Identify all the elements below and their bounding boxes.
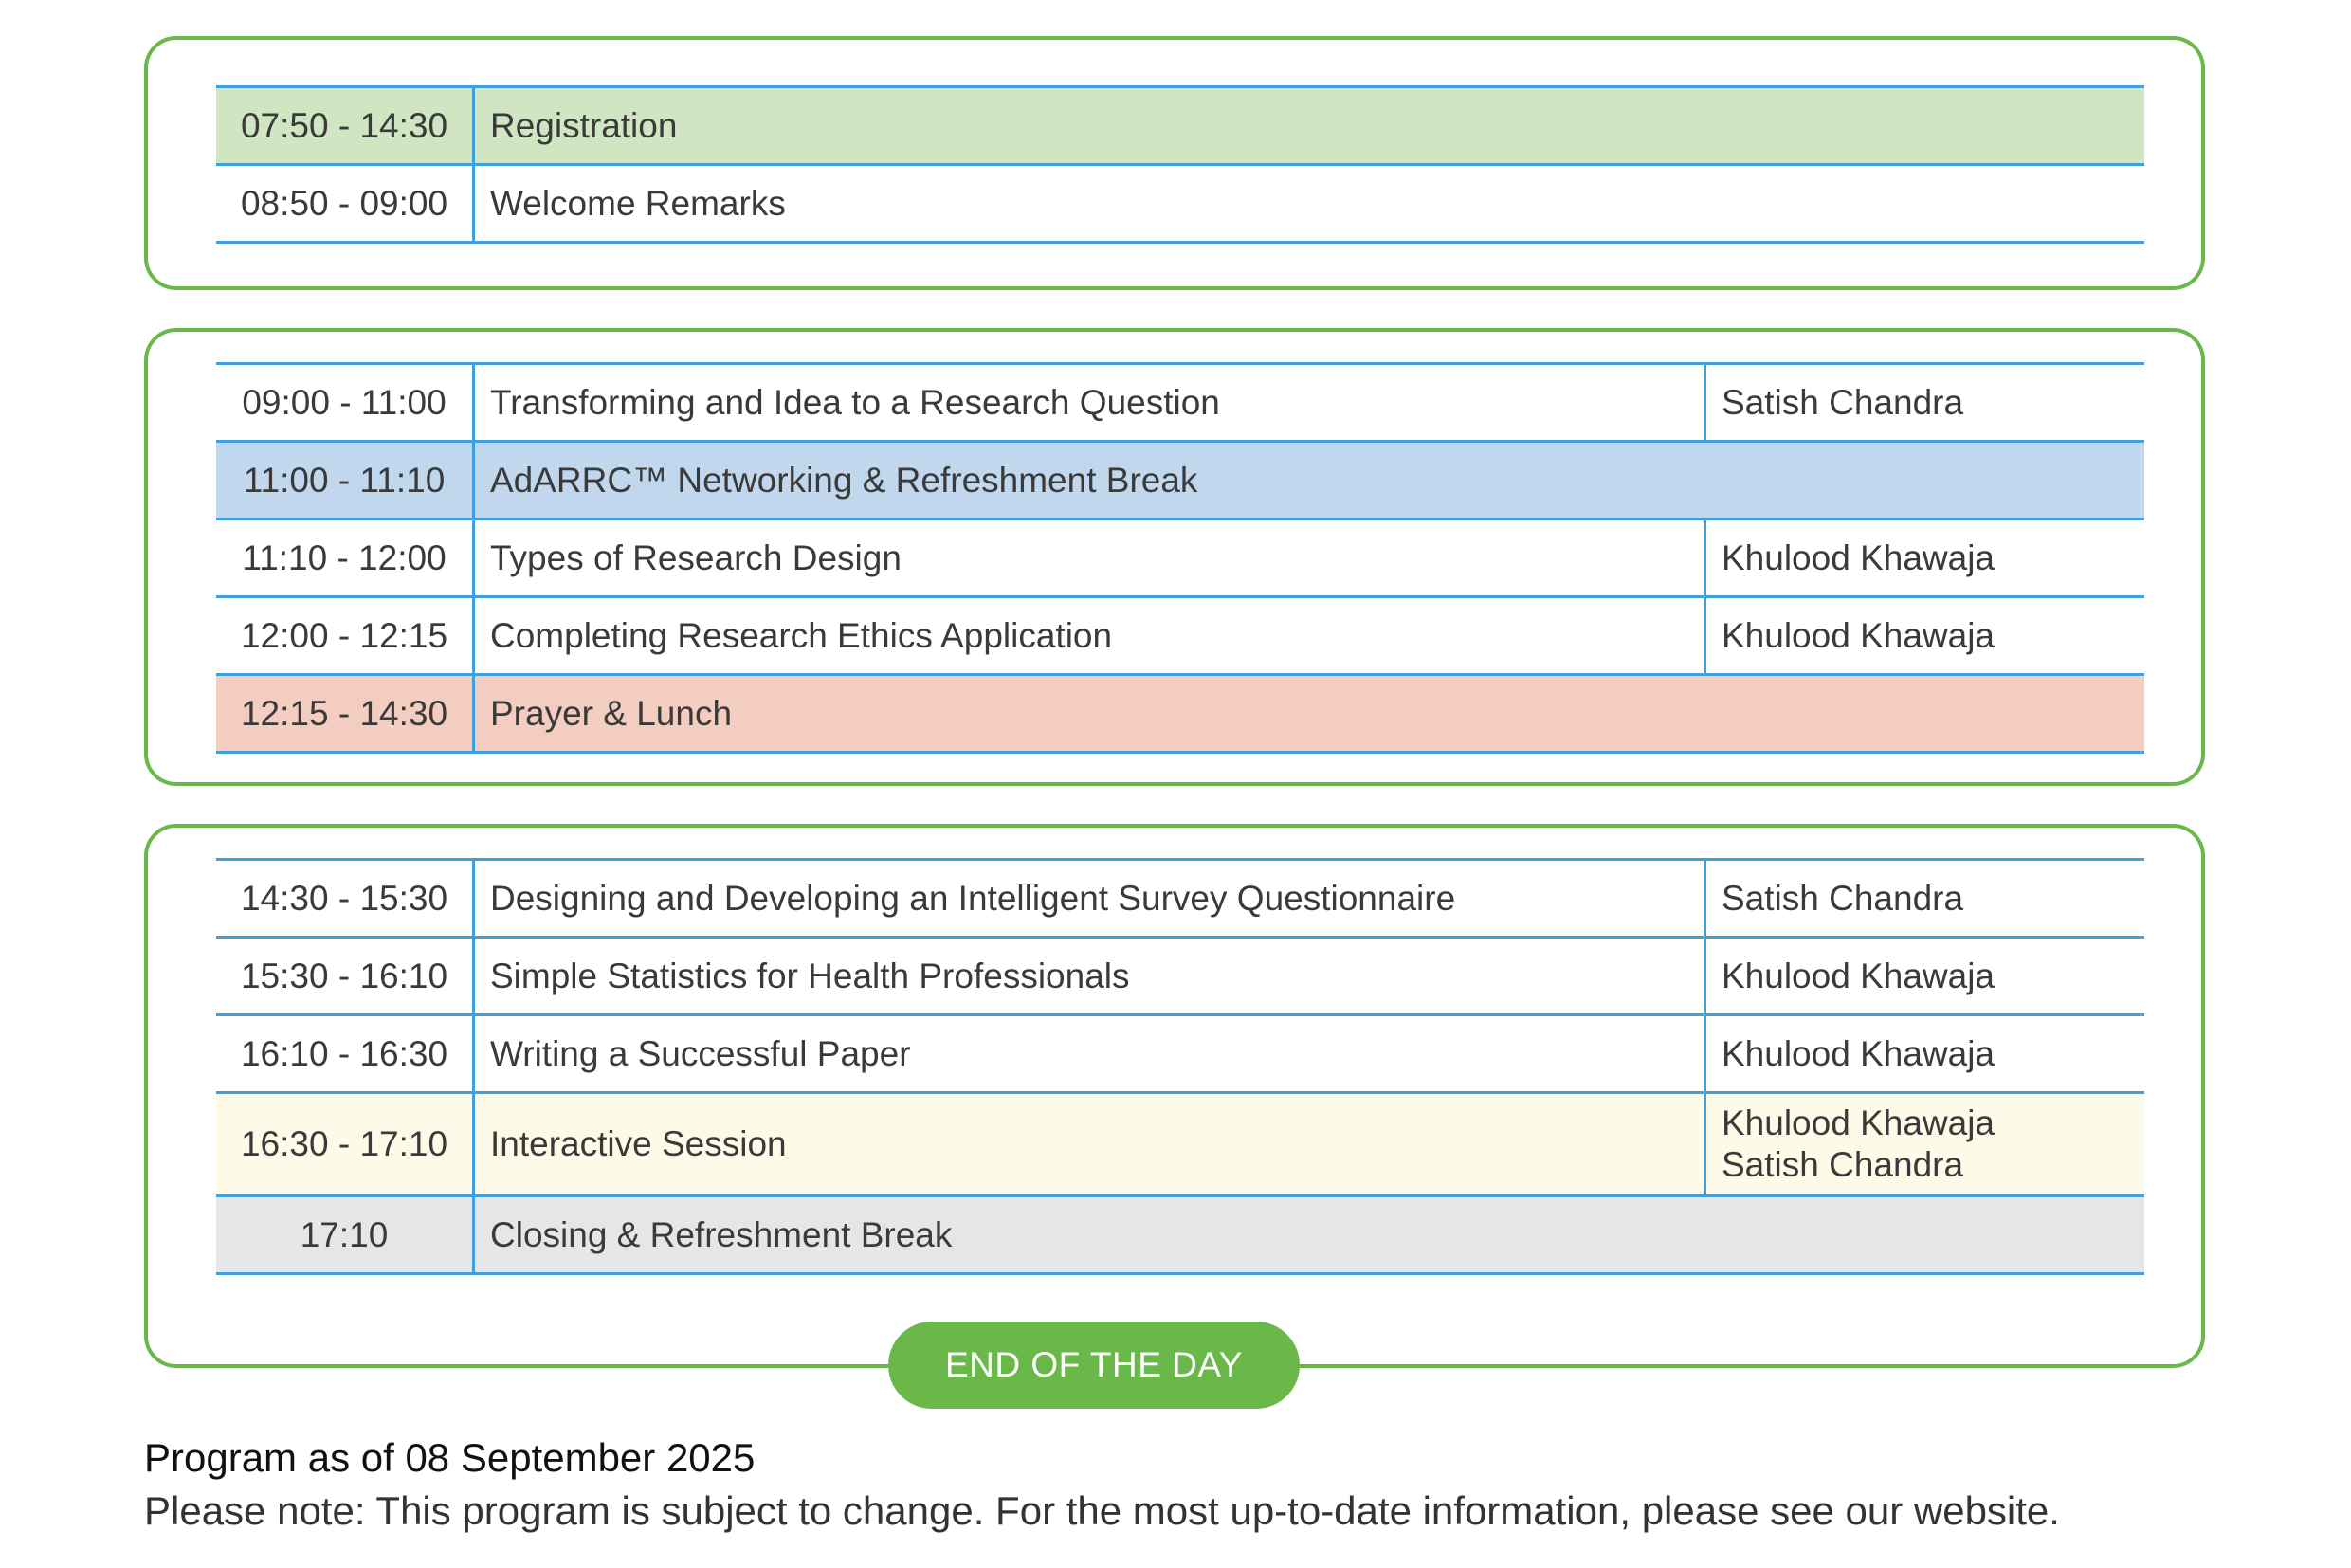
time-cell: 16:10 - 16:30 [216, 1014, 475, 1093]
time-cell: 08:50 - 09:00 [216, 164, 475, 243]
title-cell: Designing and Developing an Intelligent … [490, 878, 1456, 918]
schedule-row: 15:30 - 16:10 Simple Statistics for Heal… [216, 937, 2144, 1015]
schedule-row: 08:50 - 09:00 Welcome Remarks [216, 164, 2144, 243]
session-block-afternoon: 14:30 - 15:30 Designing and Developing a… [144, 824, 2205, 1368]
schedule-row: 09:00 - 11:00 Transforming and Idea to a… [216, 363, 2144, 442]
title-cell: Writing a Successful Paper [490, 1033, 911, 1073]
session-block-morning: 09:00 - 11:00 Transforming and Idea to a… [144, 328, 2205, 786]
title-cell: Types of Research Design [490, 538, 902, 577]
time-cell: 11:00 - 11:10 [216, 441, 475, 520]
time-cell: 11:10 - 12:00 [216, 519, 475, 597]
speaker-name: Satish Chandra [1722, 1145, 1964, 1184]
time-cell: 12:15 - 14:30 [216, 674, 475, 753]
speaker-cell: Khulood Khawaja [1704, 596, 2144, 675]
session-block-morning-open: 07:50 - 14:30 Registration 08:50 - 09:00… [144, 36, 2205, 290]
end-of-day-badge: END OF THE DAY [888, 1322, 1300, 1409]
time-cell: 09:00 - 11:00 [216, 363, 475, 442]
disclaimer-text: Please note: This program is subject to … [144, 1488, 2060, 1533]
title-cell: Interactive Session [490, 1124, 787, 1163]
schedule-row: 11:10 - 12:00 Types of Research Design K… [216, 519, 2144, 597]
title-cell: Registration [490, 105, 678, 145]
title-cell: Simple Statistics for Health Professiona… [490, 956, 1130, 995]
speaker-cell: Khulood Khawaja [1704, 937, 2144, 1015]
schedule-row: 14:30 - 15:30 Designing and Developing a… [216, 859, 2144, 938]
schedule-table: 09:00 - 11:00 Transforming and Idea to a… [216, 362, 2144, 754]
schedule-row: 11:00 - 11:10 AdARRC™ Networking & Refre… [216, 441, 2144, 520]
speaker-name: Khulood Khawaja [1722, 1103, 1995, 1142]
schedule-row: 07:50 - 14:30 Registration [216, 86, 2144, 165]
title-cell: AdARRC™ Networking & Refreshment Break [490, 460, 1198, 500]
title-cell: Transforming and Idea to a Research Ques… [490, 382, 1220, 422]
time-cell: 15:30 - 16:10 [216, 937, 475, 1015]
schedule-table: 07:50 - 14:30 Registration 08:50 - 09:00… [216, 85, 2144, 244]
time-cell: 12:00 - 12:15 [216, 596, 475, 675]
speaker-cell: Satish Chandra [1704, 363, 2144, 442]
program-date: Program as of 08 September 2025 [144, 1435, 756, 1480]
speaker-cell: Khulood Khawaja [1704, 519, 2144, 597]
schedule-row: 12:00 - 12:15 Completing Research Ethics… [216, 596, 2144, 675]
title-cell: Prayer & Lunch [490, 693, 733, 733]
title-cell: Closing & Refreshment Break [490, 1214, 953, 1254]
schedule-row: 12:15 - 14:30 Prayer & Lunch [216, 674, 2144, 753]
schedule-row: 17:10 Closing & Refreshment Break [216, 1195, 2144, 1274]
speaker-cell: Khulood Khawaja [1704, 1014, 2144, 1093]
time-cell: 14:30 - 15:30 [216, 859, 475, 938]
schedule-row: 16:10 - 16:30 Writing a Successful Paper… [216, 1014, 2144, 1093]
speaker-cell: Satish Chandra [1704, 859, 2144, 938]
speaker-cell: Khulood Khawaja Satish Chandra [1704, 1092, 2144, 1196]
schedule-table: 14:30 - 15:30 Designing and Developing a… [216, 858, 2144, 1275]
time-cell: 07:50 - 14:30 [216, 86, 475, 165]
time-cell: 17:10 [216, 1195, 475, 1274]
title-cell: Welcome Remarks [490, 183, 786, 223]
title-cell: Completing Research Ethics Application [490, 615, 1113, 655]
schedule-row: 16:30 - 17:10 Interactive Session Khuloo… [216, 1092, 2144, 1196]
time-cell: 16:30 - 17:10 [216, 1092, 475, 1196]
